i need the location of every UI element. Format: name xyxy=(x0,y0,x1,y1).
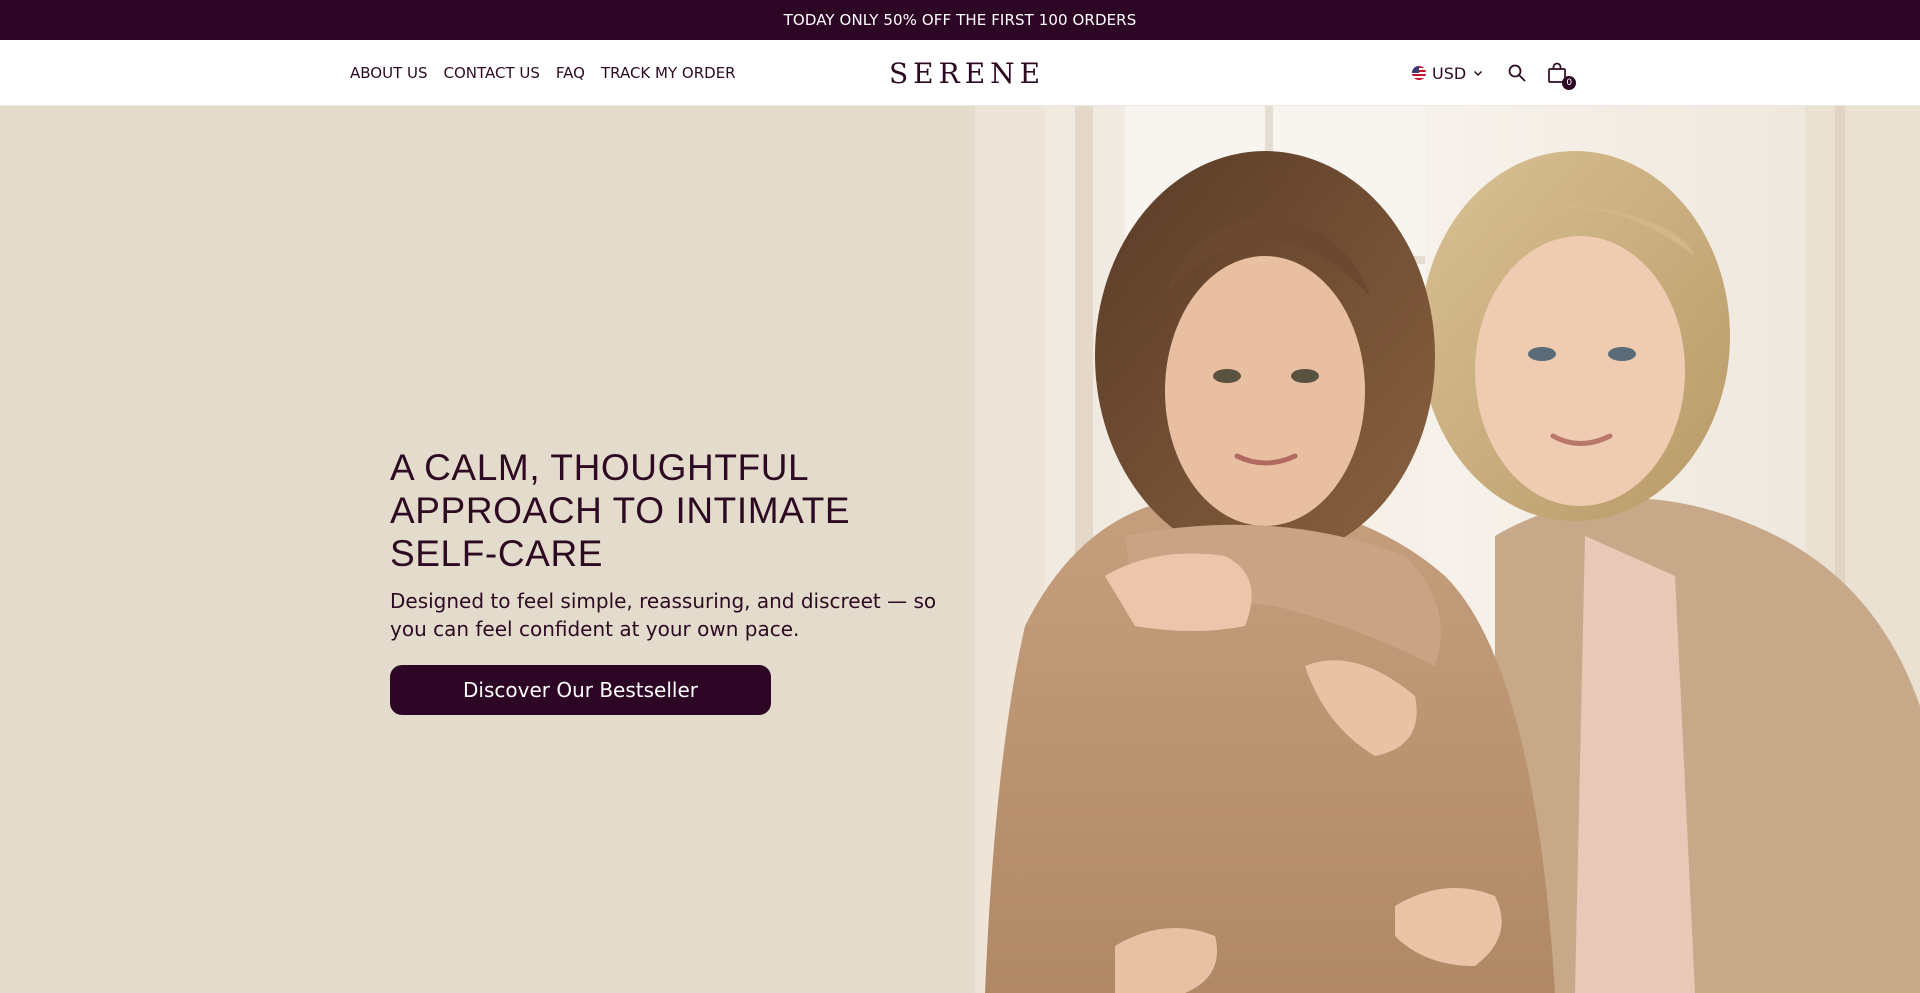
hero-photo-illustration xyxy=(975,106,1920,993)
currency-label: USD xyxy=(1432,63,1467,83)
us-flag-icon xyxy=(1412,66,1426,80)
hero-photo xyxy=(975,106,1920,993)
search-button[interactable] xyxy=(1504,60,1530,86)
hero-section: A CALM, THOUGHTFUL APPROACH TO INTIMATE … xyxy=(0,106,1920,993)
currency-selector[interactable]: USD xyxy=(1412,64,1484,83)
nav-about-us[interactable]: ABOUT US xyxy=(350,64,428,82)
main-nav: ABOUT US CONTACT US FAQ TRACK MY ORDER xyxy=(350,40,736,106)
announcement-bar: TODAY ONLY 50% OFF THE FIRST 100 ORDERS xyxy=(0,0,1920,40)
discover-bestseller-button[interactable]: Discover Our Bestseller xyxy=(390,665,771,715)
cart-count-badge: 0 xyxy=(1562,76,1577,90)
hero-title: A CALM, THOUGHTFUL APPROACH TO INTIMATE … xyxy=(390,447,851,574)
nav-faq[interactable]: FAQ xyxy=(556,64,585,82)
header-tools: USD 0 xyxy=(1412,40,1577,106)
nav-contact-us[interactable]: CONTACT US xyxy=(444,64,540,82)
announcement-text: TODAY ONLY 50% OFF THE FIRST 100 ORDERS xyxy=(783,11,1137,29)
brand-logo[interactable]: SERENE xyxy=(889,40,1045,106)
site-header: ABOUT US CONTACT US FAQ TRACK MY ORDER S… xyxy=(0,40,1920,106)
cart-button[interactable]: 0 xyxy=(1544,60,1577,90)
hero-content: A CALM, THOUGHTFUL APPROACH TO INTIMATE … xyxy=(390,446,960,715)
chevron-down-icon xyxy=(1474,70,1483,77)
search-icon xyxy=(1508,64,1526,82)
hero-subtitle: Designed to feel simple, reassuring, and… xyxy=(390,589,937,641)
nav-track-my-order[interactable]: TRACK MY ORDER xyxy=(601,64,736,82)
